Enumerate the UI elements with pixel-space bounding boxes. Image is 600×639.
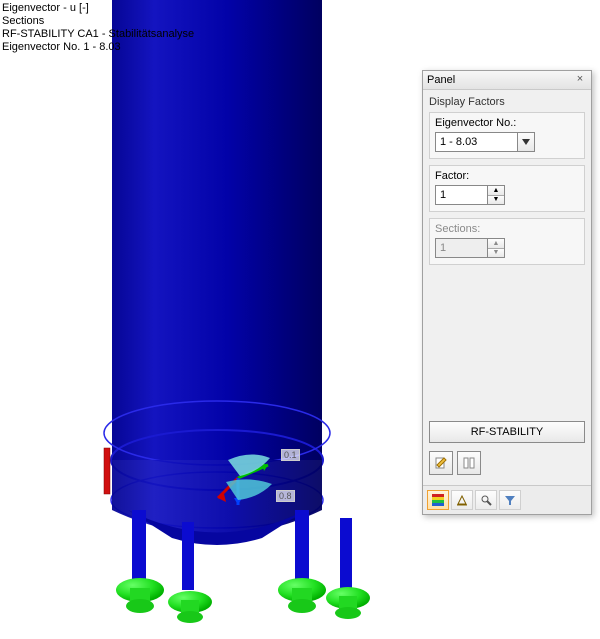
panel-title: Panel bbox=[427, 74, 573, 86]
factor-label: Factor: bbox=[435, 170, 579, 182]
panel-window[interactable]: Panel × Display Factors Eigenvector No.:… bbox=[422, 70, 592, 515]
section-value-label-2: 0.8 bbox=[276, 490, 295, 502]
chevron-down-icon: ▼ bbox=[488, 249, 504, 258]
edit-icon[interactable] bbox=[429, 451, 453, 475]
rf-stability-button[interactable]: RF-STABILITY bbox=[429, 421, 585, 443]
section-value-label-1: 0.1 bbox=[281, 449, 300, 461]
viewport-info-overlay: Eigenvector - u [-] Sections RF-STABILIT… bbox=[2, 2, 194, 54]
sections-stepper bbox=[435, 238, 487, 258]
factor-stepper-buttons[interactable]: ▲ ▼ bbox=[487, 185, 505, 205]
overlay-line-2: Sections bbox=[2, 15, 194, 28]
viewport-3d[interactable]: 0.1 0.8 Eigenvector - u [-] Sections RF-… bbox=[0, 0, 600, 639]
tab-color-scale-icon[interactable] bbox=[427, 490, 449, 510]
eigenvector-group: Eigenvector No.: bbox=[429, 112, 585, 159]
sections-group: Sections: ▲ ▼ bbox=[429, 218, 585, 265]
panel-tab-strip bbox=[423, 485, 591, 514]
close-icon[interactable]: × bbox=[573, 73, 587, 87]
chevron-up-icon: ▲ bbox=[488, 239, 504, 249]
panel-subtitle: Display Factors bbox=[429, 96, 585, 108]
chevron-down-icon[interactable] bbox=[517, 132, 535, 152]
sections-stepper-buttons: ▲ ▼ bbox=[487, 238, 505, 258]
overlay-line-4: Eigenvector No. 1 - 8.03 bbox=[2, 41, 194, 54]
factor-stepper[interactable] bbox=[435, 185, 487, 205]
tab-scale-icon[interactable] bbox=[451, 490, 473, 510]
eigenvector-select[interactable] bbox=[435, 132, 517, 152]
panel-titlebar[interactable]: Panel × bbox=[423, 71, 591, 90]
eigenvector-label: Eigenvector No.: bbox=[435, 117, 579, 129]
factor-group: Factor: ▲ ▼ bbox=[429, 165, 585, 212]
chevron-down-icon[interactable]: ▼ bbox=[488, 196, 504, 205]
chevron-up-icon[interactable]: ▲ bbox=[488, 186, 504, 196]
tab-filter-icon[interactable] bbox=[499, 490, 521, 510]
tab-microscope-icon[interactable] bbox=[475, 490, 497, 510]
overlay-line-1: Eigenvector - u [-] bbox=[2, 2, 194, 15]
overlay-line-3: RF-STABILITY CA1 - Stabilitätsanalyse bbox=[2, 28, 194, 41]
columns-icon[interactable] bbox=[457, 451, 481, 475]
sections-label: Sections: bbox=[435, 223, 579, 235]
